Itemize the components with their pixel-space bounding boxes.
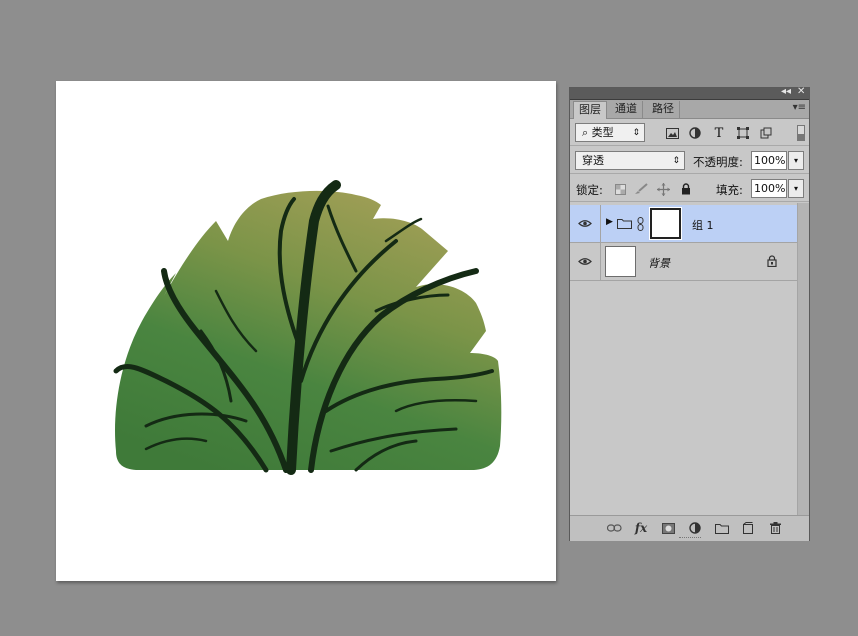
visibility-toggle[interactable] xyxy=(570,205,601,242)
close-icon[interactable]: ✕ xyxy=(797,86,805,97)
updown-arrow-icon: ⇕ xyxy=(632,128,640,138)
lock-icon xyxy=(767,255,777,270)
layer-name: 背景 xyxy=(648,257,670,270)
new-layer-icon[interactable] xyxy=(740,521,756,535)
document-canvas[interactable] xyxy=(56,81,556,581)
bush-illustration xyxy=(113,180,502,475)
filter-type-label: 类型 xyxy=(591,126,614,139)
eye-icon xyxy=(578,258,592,265)
filter-toggle-switch[interactable] xyxy=(797,125,805,141)
filter-type-select[interactable]: ⌕ 类型 ⇕ xyxy=(575,123,645,142)
fill-label: 填充: xyxy=(716,183,743,197)
layers-scrollbar[interactable] xyxy=(797,203,809,515)
filter-smart-object-icon[interactable] xyxy=(758,125,774,141)
panel-title-bar: ◂◂ ✕ xyxy=(570,86,809,100)
lock-brush-icon[interactable] xyxy=(633,181,649,197)
blend-mode-value: 穿透 xyxy=(582,154,604,167)
layers-list: ▶ 组 1 背景 xyxy=(570,203,797,515)
fx-icon[interactable]: fx xyxy=(633,521,649,535)
eye-icon xyxy=(578,220,592,227)
panel-tabs: 图层 通道 路径 ▾≡ xyxy=(570,100,809,119)
tab-channels[interactable]: 通道 xyxy=(610,101,643,118)
layer-row-group[interactable]: ▶ 组 1 xyxy=(570,205,797,243)
blend-row: 穿透 ⇕ 不透明度: 100% ▾ xyxy=(570,147,809,174)
filter-row: ⌕ 类型 ⇕ T xyxy=(570,119,809,146)
panel-menu-icon[interactable]: ▾≡ xyxy=(793,102,806,113)
resize-grip[interactable] xyxy=(679,537,701,540)
lock-row: 锁定: 填充: 100% ▾ xyxy=(570,175,809,202)
opacity-label: 不透明度: xyxy=(693,155,743,169)
layers-panel: ◂◂ ✕ 图层 通道 路径 ▾≡ ⌕ 类型 ⇕ T 穿透 ⇕ 不透明度: 100… xyxy=(569,86,810,541)
adjustment-icon[interactable] xyxy=(687,521,703,535)
blend-mode-select[interactable]: 穿透 ⇕ xyxy=(575,151,685,170)
lock-move-icon[interactable] xyxy=(655,181,671,197)
filter-adjustment-icon[interactable] xyxy=(687,125,703,141)
lock-label: 锁定: xyxy=(576,183,603,197)
opacity-field[interactable]: 100% xyxy=(751,151,787,170)
layer-name: 组 1 xyxy=(692,219,714,232)
layers-bottom-toolbar: fx xyxy=(570,515,809,541)
filter-pixel-icon[interactable] xyxy=(664,125,680,141)
link-icon[interactable] xyxy=(606,521,622,535)
opacity-dropdown-button[interactable]: ▾ xyxy=(788,151,804,170)
collapse-icon[interactable]: ◂◂ xyxy=(781,86,791,97)
filter-shape-icon[interactable] xyxy=(735,125,751,141)
lock-transparent-icon[interactable] xyxy=(612,181,628,197)
fill-dropdown-button[interactable]: ▾ xyxy=(788,179,804,198)
updown-arrow-icon: ⇕ xyxy=(672,156,680,166)
group-mask-thumbnail[interactable] xyxy=(649,207,682,240)
tab-layers[interactable]: 图层 xyxy=(573,101,607,119)
new-group-icon[interactable] xyxy=(714,521,730,535)
trash-icon[interactable] xyxy=(767,521,783,535)
background-thumbnail xyxy=(605,246,636,277)
mask-icon[interactable] xyxy=(660,521,676,535)
tab-paths[interactable]: 路径 xyxy=(647,101,680,118)
visibility-toggle[interactable] xyxy=(570,243,601,280)
expand-triangle-icon[interactable]: ▶ xyxy=(606,217,613,227)
mask-link-icon[interactable] xyxy=(637,217,644,234)
folder-icon xyxy=(617,218,632,232)
search-icon: ⌕ xyxy=(582,126,589,139)
lock-all-icon[interactable] xyxy=(678,181,694,197)
filter-type-icon[interactable]: T xyxy=(711,125,727,141)
fill-field[interactable]: 100% xyxy=(751,179,787,198)
layer-row-background[interactable]: 背景 xyxy=(570,243,797,281)
